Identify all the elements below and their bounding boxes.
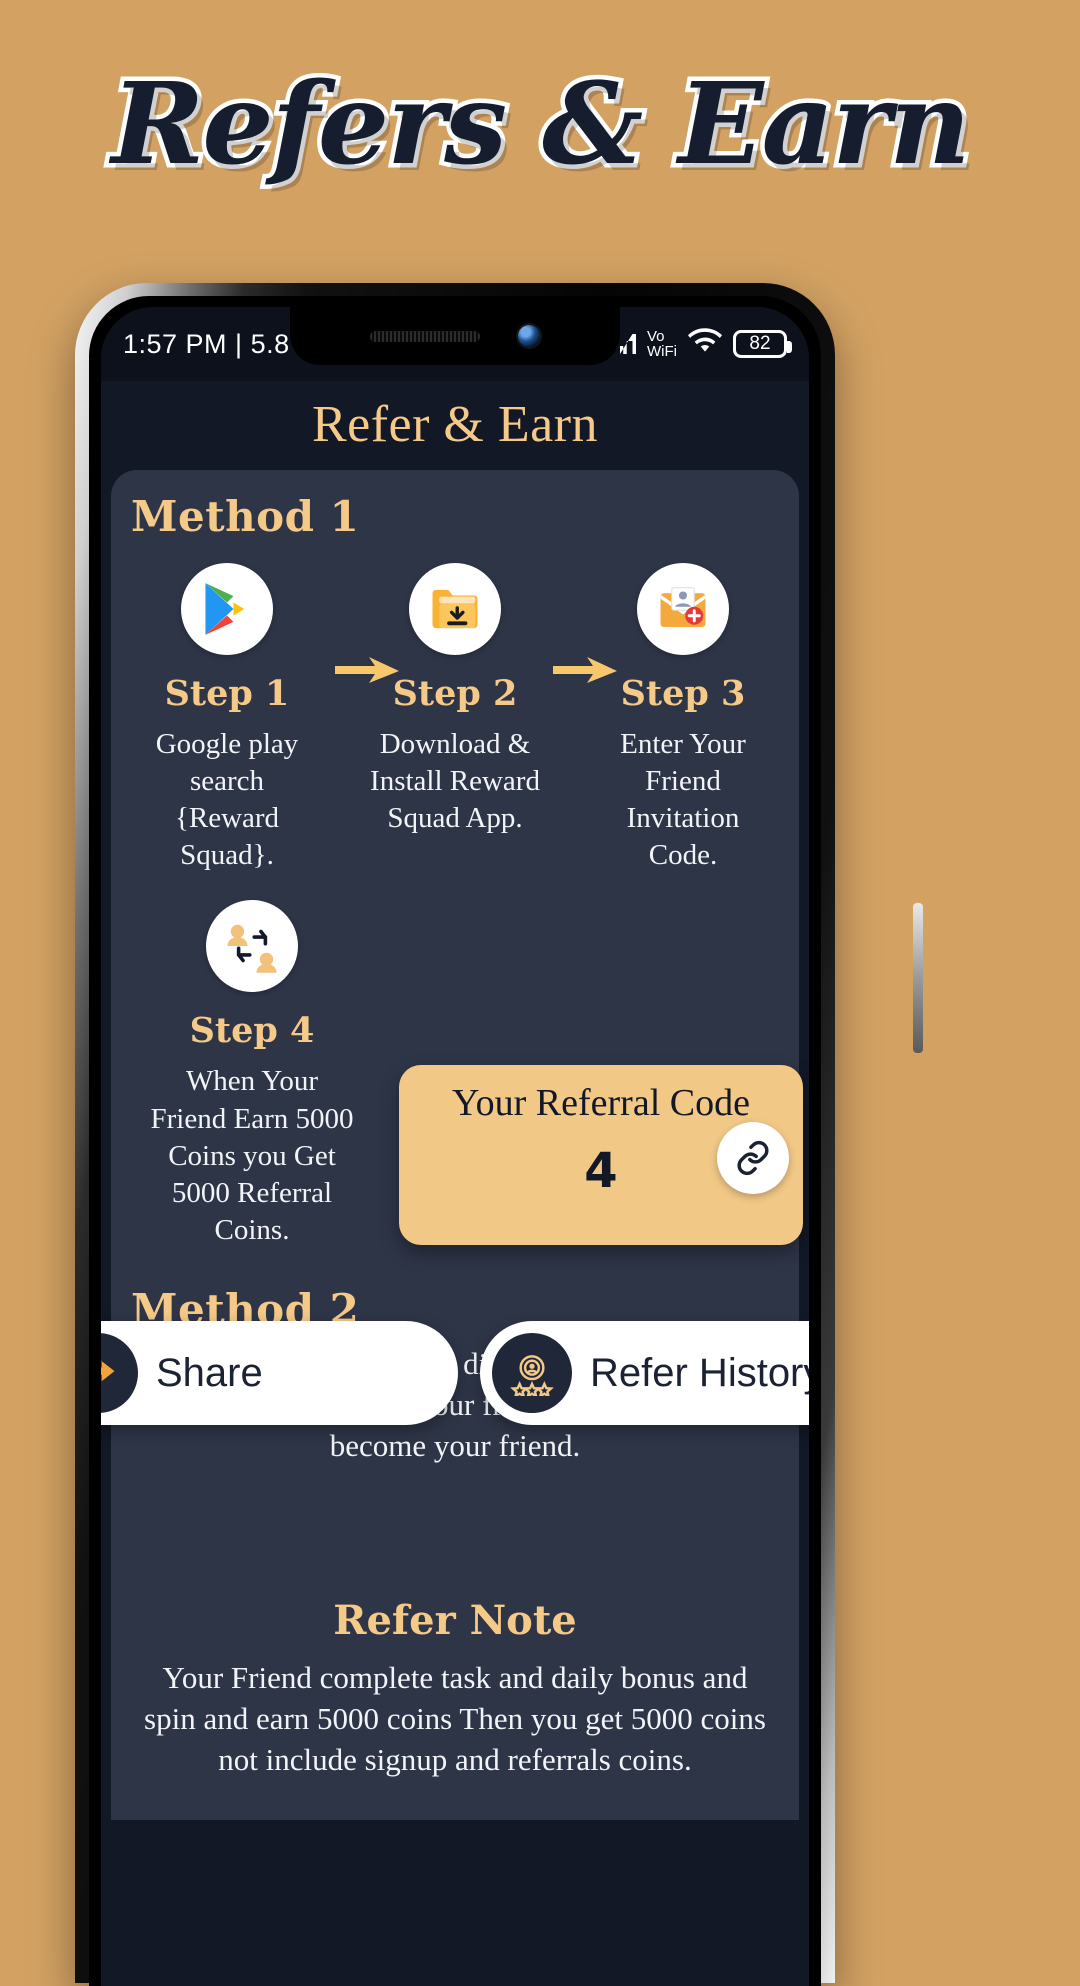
referral-code-card[interactable]: Your Referral Code 4 [399,1065,803,1245]
step-3-desc: Enter Your Friend Invitation Code. [620,728,746,872]
refer-note-title: Refer Note [333,1596,577,1644]
step-2-desc: Download & Install Reward Squad App. [370,728,540,835]
speaker-grille-icon [370,330,480,342]
signal-bars-icon [620,334,636,354]
share-icon [101,1333,138,1413]
refer-history-button[interactable]: Refer History [480,1321,809,1425]
battery-level: 82 [749,333,771,354]
step-1-desc: Google play search {Reward Squad}. [155,728,299,872]
power-button[interactable] [913,903,923,1053]
share-button[interactable]: Share [101,1321,458,1425]
step-4-title: Step 4 [189,1010,315,1052]
step-4-desc: When Your Friend Earn 5000 Coins you Get… [150,1065,354,1246]
action-buttons: Share Refer History [101,1321,809,1425]
phone-mockup: 1:57 PM | 5.8 Vo WiFi 82 Refer & Earn Me… [75,283,923,1986]
refer-history-label: Refer History [590,1350,809,1395]
page-title: Refers & Earn [107,54,975,194]
google-play-icon [181,563,273,655]
refer-note-body: Your Friend complete task and daily bonu… [144,1659,766,1777]
invitation-mail-icon [637,563,729,655]
volte-label-top: Vo [647,328,665,345]
folder-download-icon [409,563,501,655]
step-2: Step 2 Download & Install Reward Squad A… [365,563,545,837]
phone-bezel: 1:57 PM | 5.8 Vo WiFi 82 Refer & Earn Me… [89,296,821,1986]
wifi-icon [688,327,722,361]
phone-screen: 1:57 PM | 5.8 Vo WiFi 82 Refer & Earn Me… [101,307,809,1986]
volte-wifi-label: Vo WiFi [647,329,677,359]
method-1-label: Method 1 [131,492,360,541]
step-1-title: Step 1 [164,673,290,714]
steps-row: Step 1 Google play search {Reward Squad}… [111,541,799,874]
link-icon[interactable] [717,1122,789,1194]
status-time: 1:57 PM | 5.8 [123,328,290,359]
step-4: Step 4 When Your Friend Earn 5000 Coins … [147,900,357,1249]
share-label: Share [156,1350,263,1395]
step-2-title: Step 2 [392,673,518,714]
front-camera-icon [518,325,540,347]
method-card: Method 1 Step 1 Google play search {Rewa… [111,470,803,1821]
phone-notch [290,307,620,365]
page-header-title: Refer & Earn [311,395,599,453]
battery-icon: 82 [733,330,792,358]
referral-code-title: Your Referral Code [452,1082,750,1124]
volte-label-bottom: WiFi [647,343,677,360]
medal-icon [492,1333,572,1413]
step-1: Step 1 Google play search {Reward Squad}… [137,563,317,874]
step-3: Step 3 Enter Your Friend Invitation Code… [593,563,773,874]
referral-users-icon [206,900,298,993]
step-3-title: Step 3 [620,673,746,714]
